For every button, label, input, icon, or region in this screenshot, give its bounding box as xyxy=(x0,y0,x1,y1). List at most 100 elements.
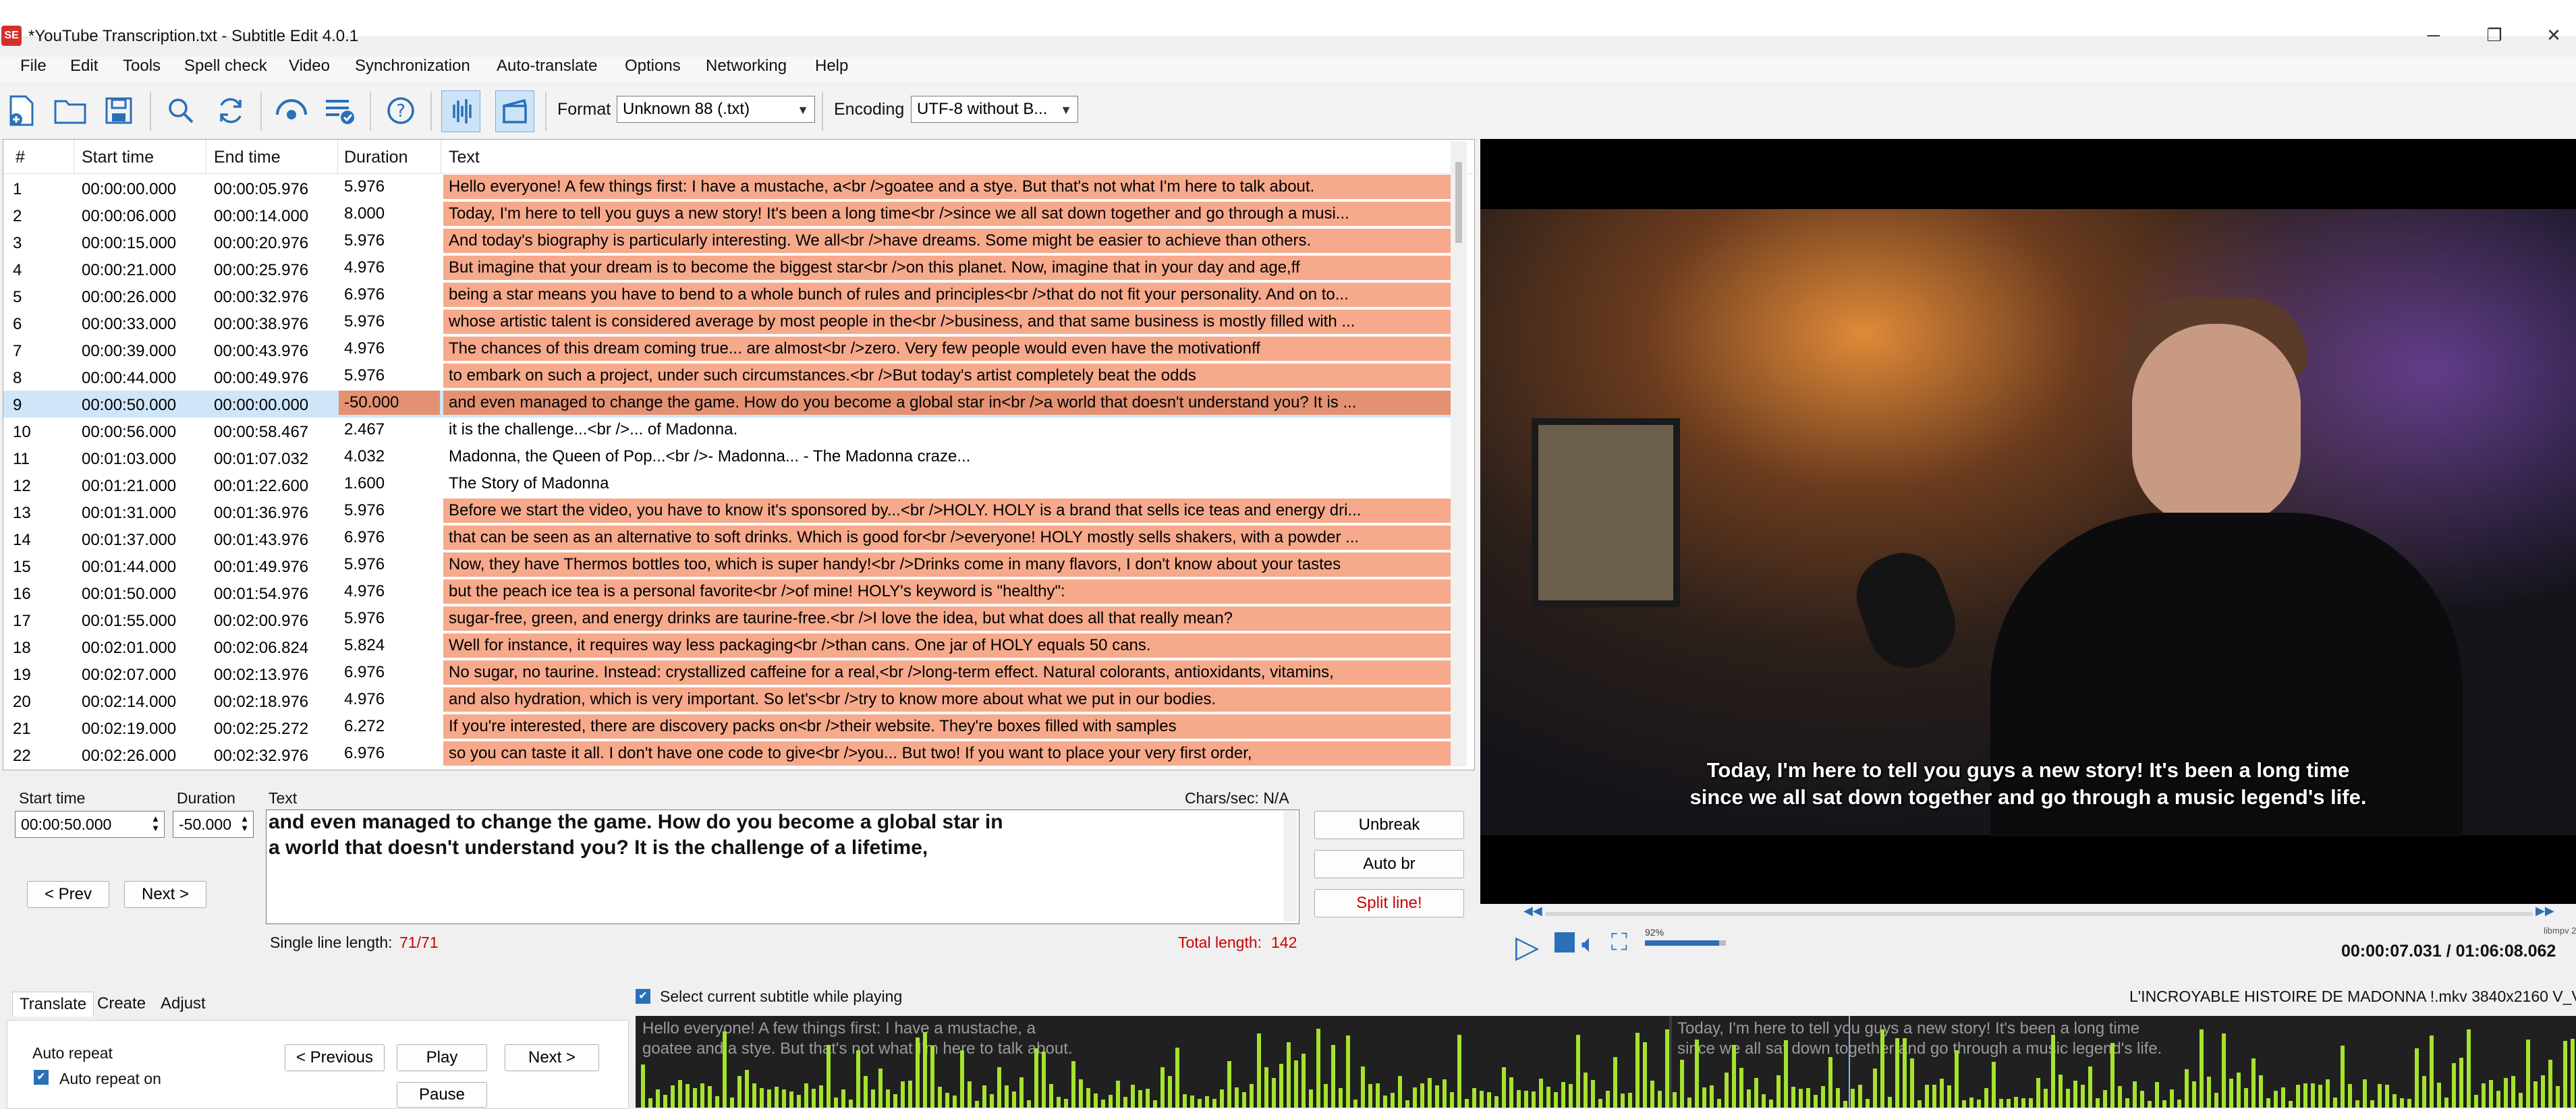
menu-file[interactable]: File xyxy=(20,57,47,76)
grid-scrollbar-thumb[interactable] xyxy=(1455,162,1462,243)
auto-repeat-checkbox[interactable]: ✔ xyxy=(34,1070,49,1085)
table-row[interactable]: 18 00:02:01.000 00:02:06.824 5.824 Well for … xyxy=(3,633,1454,660)
table-row[interactable]: 1 00:00:00.000 00:00:05.976 5.976 Hello ever… xyxy=(3,175,1454,202)
menu-options[interactable]: Options xyxy=(625,57,681,76)
waveform-bar xyxy=(908,1081,912,1108)
play-icon[interactable]: ▷ xyxy=(1515,928,1539,965)
table-row[interactable]: 16 00:01:50.000 00:01:54.976 4.976 but the p… xyxy=(3,579,1454,606)
encoding-select[interactable]: UTF-8 without B... ▼ xyxy=(911,96,1078,123)
volume-slider-fill xyxy=(1645,940,1719,946)
waveform-bar xyxy=(1494,1096,1499,1108)
menu-auto-translate[interactable]: Auto-translate xyxy=(497,57,597,76)
pause-button[interactable]: Pause xyxy=(397,1082,487,1108)
table-row[interactable]: 2 00:00:06.000 00:00:14.000 8.000 Today, I'm… xyxy=(3,202,1454,229)
table-row[interactable]: 17 00:01:55.000 00:02:00.976 5.976 sugar-fre… xyxy=(3,606,1454,633)
waveform-toggle-icon[interactable] xyxy=(441,90,480,132)
save-icon[interactable] xyxy=(100,90,138,131)
next-subtitle-button[interactable]: Next > xyxy=(505,1044,599,1071)
volume-icon[interactable]: 🔈︎ xyxy=(1581,930,1596,959)
menu-synchronization[interactable]: Synchronization xyxy=(355,57,470,76)
toolbar-separator xyxy=(822,92,823,131)
spell-check-icon[interactable] xyxy=(321,90,359,131)
replace-icon[interactable] xyxy=(212,90,250,131)
auto-repeat-label: Auto repeat on xyxy=(59,1070,161,1087)
table-row[interactable]: 12 00:01:21.000 00:01:22.600 1.600 The Story… xyxy=(3,472,1454,499)
new-file-icon[interactable] xyxy=(3,90,40,131)
stepper-icon[interactable]: ▲ ▼ xyxy=(240,814,249,833)
table-row[interactable]: 13 00:01:31.000 00:01:36.976 5.976 Before we… xyxy=(3,499,1454,525)
table-row[interactable]: 15 00:01:44.000 00:01:49.976 5.976 Now, they… xyxy=(3,552,1454,579)
menu-edit[interactable]: Edit xyxy=(70,57,98,76)
waveform-bar xyxy=(671,1085,675,1108)
waveform-bar xyxy=(1576,1035,1580,1108)
select-current-checkbox[interactable]: ✔ xyxy=(636,989,650,1004)
waveform-bar xyxy=(1754,1078,1758,1108)
open-folder-icon[interactable] xyxy=(51,90,89,131)
table-row[interactable]: 21 00:02:19.000 00:02:25.272 6.272 If you're… xyxy=(3,714,1454,741)
column-header-end[interactable]: End time xyxy=(214,148,281,167)
next-button[interactable]: Next > xyxy=(124,881,206,908)
unbreak-button[interactable]: Unbreak xyxy=(1314,811,1464,839)
tab-adjust[interactable]: Adjust xyxy=(154,992,213,1016)
restore-button[interactable]: ❐ xyxy=(2477,23,2511,47)
column-header-start[interactable]: Start time xyxy=(82,148,154,167)
waveform-bar xyxy=(1561,1082,1565,1108)
cell-number: 11 xyxy=(13,450,30,468)
auto-br-button[interactable]: Auto br xyxy=(1314,850,1464,878)
waveform-bar xyxy=(990,1094,994,1108)
table-row[interactable]: 10 00:00:56.000 00:00:58.467 2.467 it is the… xyxy=(3,418,1454,445)
table-row[interactable]: 5 00:00:26.000 00:00:32.976 6.976 being a st… xyxy=(3,283,1454,310)
waveform-bar xyxy=(2303,1083,2307,1108)
table-row[interactable]: 11 00:01:03.000 00:01:07.032 4.032 Madonna, … xyxy=(3,445,1454,472)
menu-tools[interactable]: Tools xyxy=(123,57,161,76)
tab-translate[interactable]: Translate xyxy=(12,992,94,1017)
seek-back-icon[interactable]: ◀◀ xyxy=(1523,904,1542,918)
visual-sync-icon[interactable] xyxy=(273,90,310,131)
waveform-bar xyxy=(1183,1094,1187,1108)
waveform-bar xyxy=(1776,1075,1781,1108)
video-toggle-icon[interactable] xyxy=(495,90,534,132)
table-row[interactable]: 20 00:02:14.000 00:02:18.976 4.976 and also … xyxy=(3,687,1454,714)
waveform-text-line: Hello everyone! A few things first: I ha… xyxy=(642,1019,1036,1037)
stepper-icon[interactable]: ▲ ▼ xyxy=(151,814,160,833)
subtitle-grid[interactable]: # Start time End time Duration Text 1 00:… xyxy=(3,139,1475,770)
table-row[interactable]: 22 00:02:26.000 00:02:32.976 6.976 so you ca… xyxy=(3,741,1454,768)
table-row[interactable]: 6 00:00:33.000 00:00:38.976 5.976 whose arti… xyxy=(3,310,1454,337)
find-icon[interactable] xyxy=(162,90,200,131)
editor-line-2[interactable]: a world that doesn't understand you? It … xyxy=(269,836,928,859)
format-select[interactable]: Unknown 88 (.txt) ▼ xyxy=(617,96,815,123)
column-header-number[interactable]: # xyxy=(16,148,25,167)
stop-icon[interactable] xyxy=(1555,932,1575,952)
menu-video[interactable]: Video xyxy=(289,57,330,76)
start-time-input[interactable]: 00:00:50.000 ▲ ▼ xyxy=(15,811,165,838)
table-row[interactable]: 4 00:00:21.000 00:00:25.976 4.976 But imagin… xyxy=(3,256,1454,283)
waveform-bar xyxy=(1969,1098,1973,1108)
table-row[interactable]: 8 00:00:44.000 00:00:49.976 5.976 to embark … xyxy=(3,364,1454,391)
cell-duration: 8.000 xyxy=(344,204,385,223)
column-header-duration[interactable]: Duration xyxy=(344,148,408,167)
editor-line-1[interactable]: and even managed to change the game. How… xyxy=(269,811,1003,834)
split-line-button[interactable]: Split line! xyxy=(1314,889,1464,917)
editor-scrollbar[interactable] xyxy=(1283,811,1297,921)
menu-help[interactable]: Help xyxy=(815,57,848,76)
table-row[interactable]: 19 00:02:07.000 00:02:13.976 6.976 No sugar,… xyxy=(3,660,1454,687)
cell-end-time: 00:01:43.976 xyxy=(214,531,309,549)
menu-networking[interactable]: Networking xyxy=(706,57,787,76)
seek-forward-icon[interactable]: ▶▶ xyxy=(2536,904,2554,918)
close-button[interactable]: ✕ xyxy=(2537,23,2571,47)
minimize-button[interactable]: ─ xyxy=(2417,23,2451,47)
table-row[interactable]: 3 00:00:15.000 00:00:20.976 5.976 And today'… xyxy=(3,229,1454,256)
play-button[interactable]: Play xyxy=(397,1044,487,1071)
table-row[interactable]: 9 00:00:50.000 00:00:00.000 -50.000 and even… xyxy=(3,391,1454,418)
menu-spell-check[interactable]: Spell check xyxy=(184,57,267,76)
seek-bar[interactable] xyxy=(1545,912,2533,916)
prev-button[interactable]: < Prev xyxy=(27,881,109,908)
previous-button[interactable]: < Previous xyxy=(285,1044,385,1071)
column-header-text[interactable]: Text xyxy=(449,148,480,167)
tab-create[interactable]: Create xyxy=(90,992,152,1016)
fullscreen-icon[interactable]: ⛶ xyxy=(1611,930,1627,956)
table-row[interactable]: 7 00:00:39.000 00:00:43.976 4.976 The chance… xyxy=(3,337,1454,364)
table-row[interactable]: 14 00:01:37.000 00:01:43.976 6.976 that can … xyxy=(3,525,1454,552)
help-icon[interactable]: ? xyxy=(382,90,420,131)
duration-input[interactable]: -50.000 ▲ ▼ xyxy=(173,811,254,838)
